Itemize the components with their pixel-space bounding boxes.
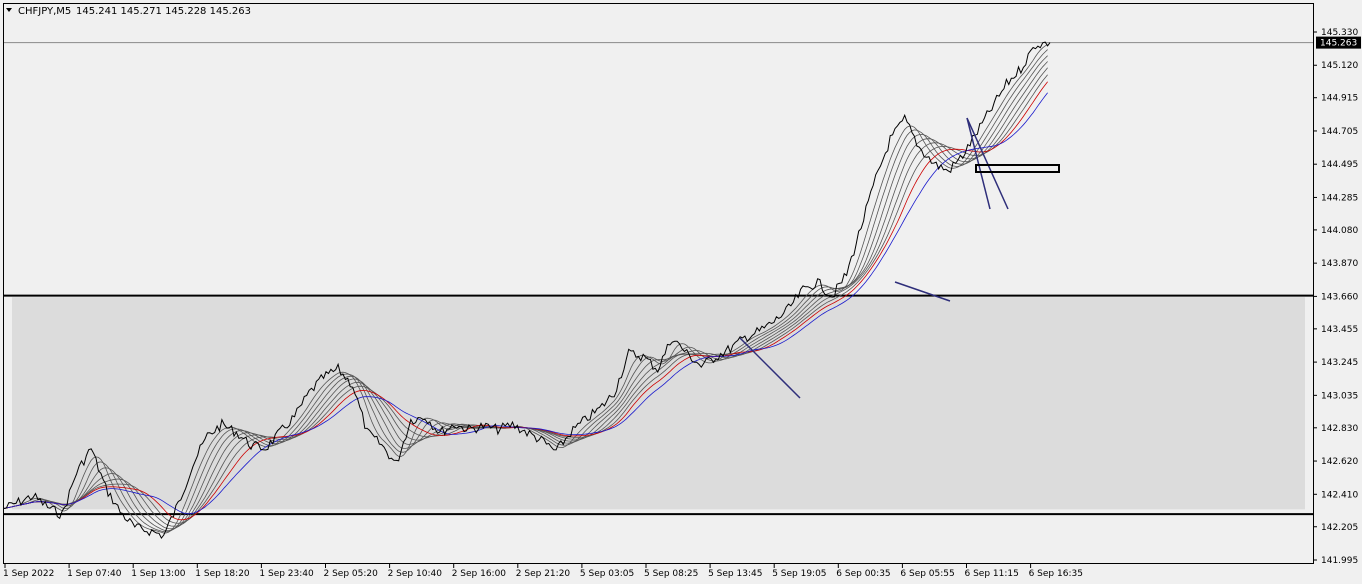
x-tick-label: 6 Sep 16:35 bbox=[1029, 569, 1083, 579]
chart-symbol-label: CHFJPY,M5 bbox=[18, 6, 71, 17]
chart-ohlc-values: 145.241 145.271 145.228 145.263 bbox=[76, 6, 251, 17]
y-tick-label: 144.080 bbox=[1321, 226, 1358, 236]
y-tick-label: 144.915 bbox=[1321, 94, 1358, 104]
y-tick-label: 143.455 bbox=[1321, 325, 1358, 335]
x-tick-label: 2 Sep 05:20 bbox=[324, 569, 379, 579]
y-tick-label: 144.705 bbox=[1321, 127, 1358, 137]
x-tick-label: 2 Sep 16:00 bbox=[452, 569, 507, 579]
y-tick-label: 144.495 bbox=[1321, 160, 1358, 170]
y-tick-label: 142.410 bbox=[1321, 490, 1358, 500]
y-tick-label: 145.330 bbox=[1321, 28, 1358, 38]
x-tick-label: 1 Sep 07:40 bbox=[67, 569, 122, 579]
x-tick-label: 6 Sep 11:15 bbox=[965, 569, 1019, 579]
y-tick-label: 143.870 bbox=[1321, 259, 1358, 269]
x-tick-label: 2 Sep 10:40 bbox=[388, 569, 443, 579]
x-tick-label: 5 Sep 08:25 bbox=[644, 569, 698, 579]
y-tick-label: 143.660 bbox=[1321, 292, 1358, 302]
y-tick-label: 145.120 bbox=[1321, 61, 1358, 71]
x-tick-label: 5 Sep 19:05 bbox=[772, 569, 826, 579]
price-chart[interactable]: 145.330 145.120 144.915 144.705 144.495 144.2… bbox=[0, 0, 1362, 584]
x-tick-label: 1 Sep 23:40 bbox=[259, 569, 314, 579]
y-tick-label: 142.205 bbox=[1321, 523, 1358, 533]
y-tick-label: 142.830 bbox=[1321, 424, 1358, 434]
x-tick-label: 1 Sep 2022 bbox=[3, 569, 54, 579]
y-tick-label: 143.245 bbox=[1321, 358, 1358, 368]
y-tick-label: 144.285 bbox=[1321, 193, 1358, 203]
x-tick-label: 2 Sep 21:20 bbox=[516, 569, 571, 579]
x-tick-label: 5 Sep 13:45 bbox=[708, 569, 762, 579]
y-tick-label: 141.995 bbox=[1321, 556, 1358, 566]
x-tick-label: 1 Sep 13:00 bbox=[131, 569, 186, 579]
current-price-tag-label: 145.263 bbox=[1320, 39, 1357, 49]
x-tick-label: 1 Sep 18:20 bbox=[195, 569, 250, 579]
y-tick-label: 143.035 bbox=[1321, 391, 1358, 401]
consolidation-zone bbox=[12, 297, 1305, 510]
x-tick-label: 5 Sep 03:05 bbox=[580, 569, 634, 579]
x-tick-label: 6 Sep 05:55 bbox=[900, 569, 954, 579]
x-tick-label: 6 Sep 00:35 bbox=[836, 569, 890, 579]
y-tick-label: 142.620 bbox=[1321, 457, 1358, 467]
